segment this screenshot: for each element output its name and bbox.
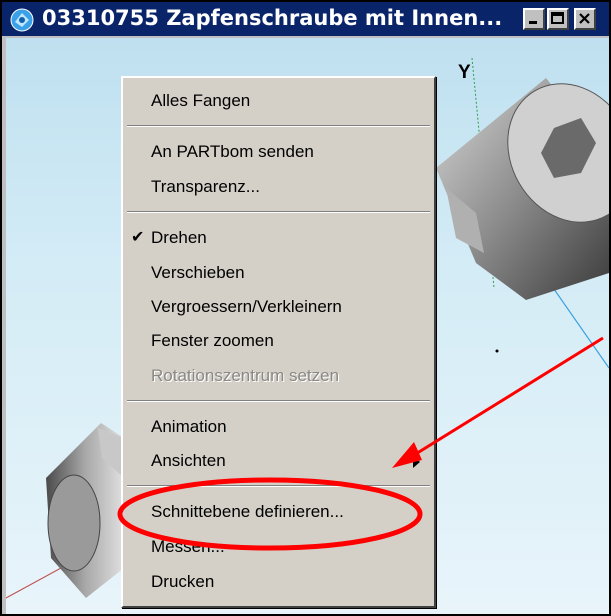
viewer-window: 03310755 Zapfenschraube mit Innen... Y A…: [0, 0, 611, 616]
highlight-ellipse: [117, 477, 423, 551]
annotation-arrowhead-icon: [392, 442, 422, 468]
annotation-overlay: [117, 336, 604, 551]
annotation-arrow-line: [405, 336, 604, 462]
